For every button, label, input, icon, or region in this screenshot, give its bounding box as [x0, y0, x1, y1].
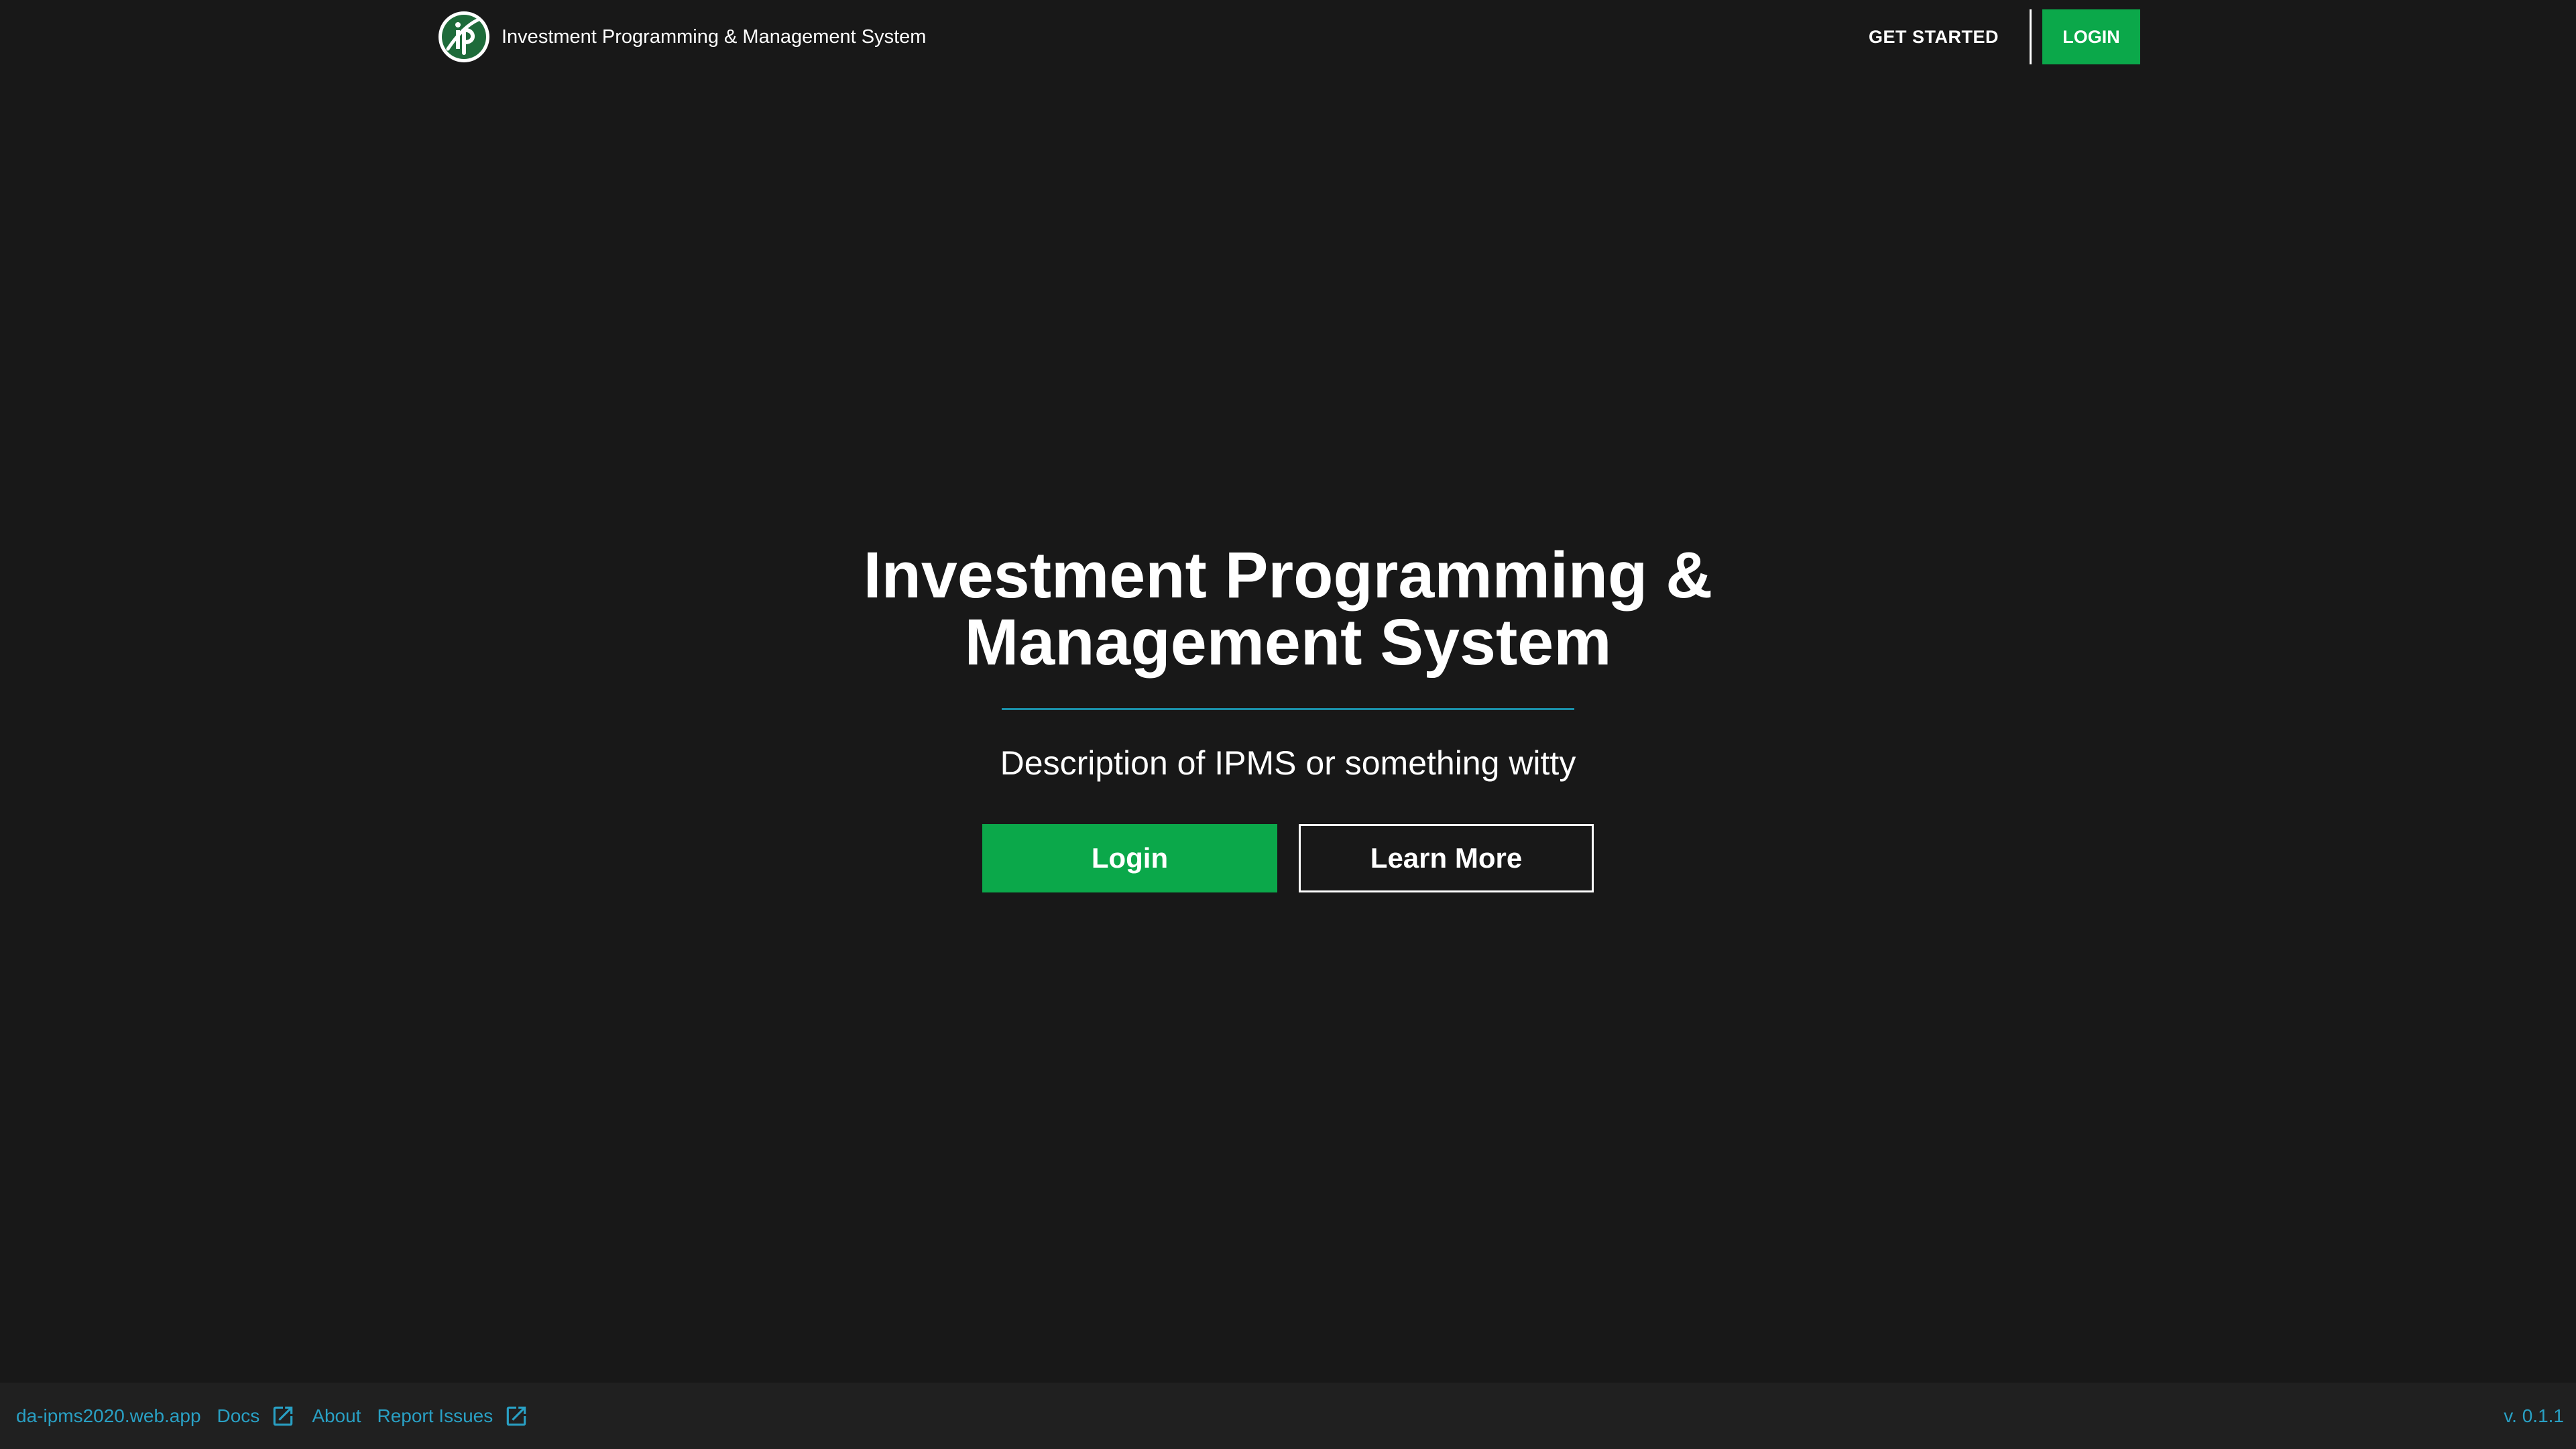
nav-actions: GET STARTED LOGIN — [1869, 9, 2140, 64]
ipms-logo-icon — [438, 11, 489, 62]
open-in-new-icon — [506, 1406, 526, 1426]
footer-links: da-ipms2020.web.app Docs About Report Is… — [16, 1403, 545, 1429]
hero-divider — [1002, 708, 1574, 710]
hero-section: Investment Programming & Management Syst… — [0, 542, 2576, 892]
footer-site-link[interactable]: da-ipms2020.web.app — [16, 1405, 201, 1427]
landing-page: Investment Programming & Management Syst… — [0, 0, 2576, 1449]
app-version: v. 0.1.1 — [2504, 1405, 2564, 1426]
footer-about-link[interactable]: About — [312, 1405, 361, 1427]
hero-buttons: Login Learn More — [0, 824, 2576, 892]
learn-more-button[interactable]: Learn More — [1299, 824, 1594, 892]
hero-title-line-2: Management System — [964, 605, 1612, 679]
open-in-new-icon — [274, 1406, 293, 1426]
hero-login-button[interactable]: Login — [982, 824, 1277, 892]
hero-title-line-1: Investment Programming & — [863, 538, 1713, 612]
footer-docs-link[interactable]: Docs — [217, 1403, 296, 1429]
nav-divider — [2030, 9, 2032, 64]
footer-report-issues-label: Report Issues — [377, 1405, 493, 1426]
brand[interactable]: Investment Programming & Management Syst… — [437, 9, 926, 64]
top-navbar: Investment Programming & Management Syst… — [0, 0, 2576, 74]
footer-docs-label: Docs — [217, 1405, 260, 1426]
get-started-link[interactable]: GET STARTED — [1869, 27, 2030, 48]
hero-title: Investment Programming & Management Syst… — [819, 542, 1757, 676]
hero-description: Description of IPMS or something witty — [1000, 744, 1576, 782]
brand-title: Investment Programming & Management Syst… — [502, 25, 927, 48]
nav-login-button[interactable]: LOGIN — [2042, 9, 2140, 64]
footer-report-issues-link[interactable]: Report Issues — [377, 1403, 529, 1429]
footer: da-ipms2020.web.app Docs About Report Is… — [0, 1383, 2576, 1449]
